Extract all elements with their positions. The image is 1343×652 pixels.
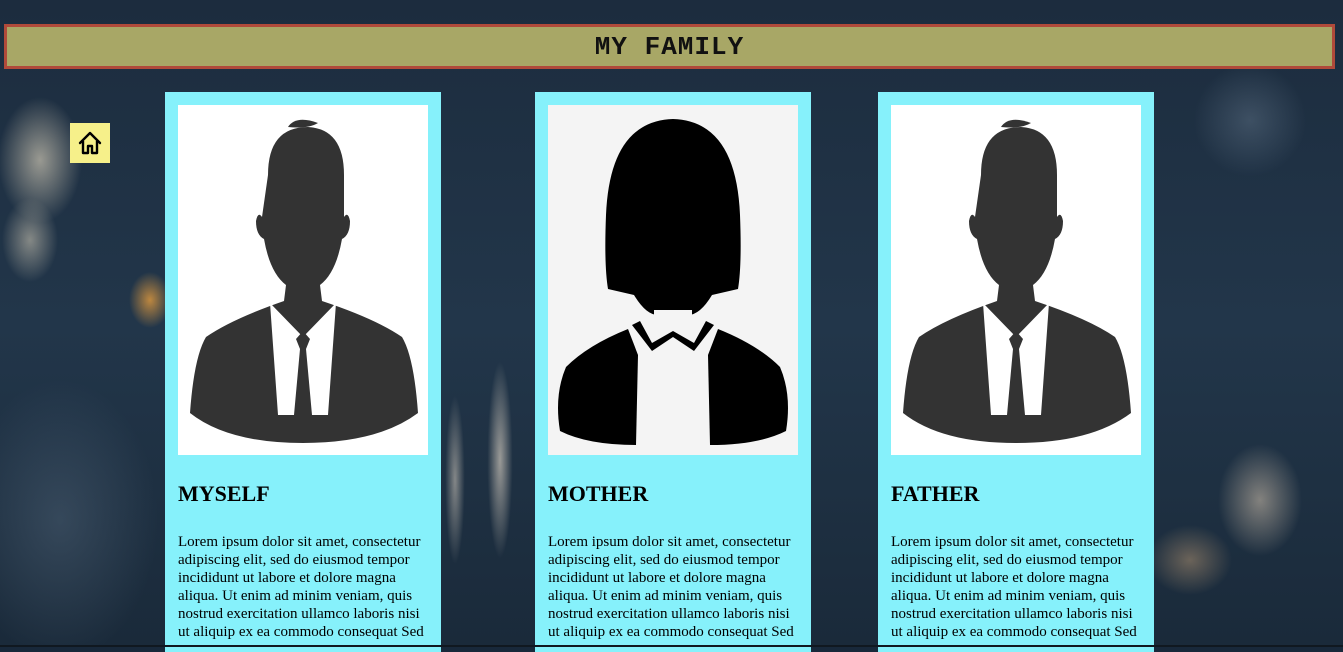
card-title: MOTHER [548,481,649,506]
page-header: MY FAMILY [4,24,1335,69]
family-card-myself: MYSELF Lorem ipsum dolor sit amet, conse… [165,92,441,652]
female-avatar-icon [548,105,798,455]
card-title: MYSELF [178,481,270,506]
home-button[interactable] [70,123,110,163]
male-avatar-icon [891,105,1141,455]
family-card-father: FATHER Lorem ipsum dolor sit amet, conse… [878,92,1154,652]
card-title: FATHER [891,481,980,506]
male-avatar-icon [178,105,428,455]
card-description: Lorem ipsum dolor sit amet, consectetur … [548,534,794,640]
home-icon [78,131,102,155]
card-description: Lorem ipsum dolor sit amet, consectetur … [891,534,1137,640]
card-description: Lorem ipsum dolor sit amet, consectetur … [178,534,424,640]
page-title: MY FAMILY [594,31,745,62]
family-card-mother: MOTHER Lorem ipsum dolor sit amet, conse… [535,92,811,652]
